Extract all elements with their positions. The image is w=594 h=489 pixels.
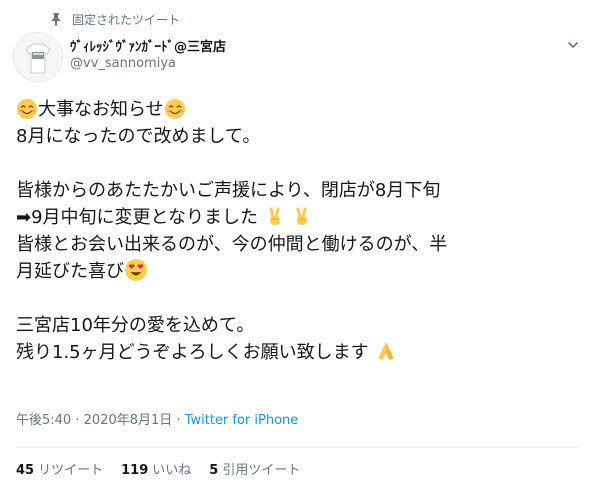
retweets-stat[interactable]: 45 リツイート	[16, 459, 103, 478]
avatar[interactable]	[13, 32, 63, 82]
tweet-meta: 午後5:40 · 2020年8月1日 · Twitter for iPhone	[16, 409, 298, 428]
tweet-line: 残り1.5ヶ月どうぞよろしくお願い致します	[16, 339, 584, 366]
tweet-line-1: 大事なお知らせ	[38, 99, 164, 120]
tweet-line: ➡9月中旬に変更となりました	[16, 204, 584, 231]
pinned-label: 固定されたツイート	[72, 12, 181, 27]
chevron-down-icon[interactable]	[566, 38, 580, 52]
quotes-label: 引用ツイート	[222, 463, 301, 478]
tweet-line-8: 残り1.5ヶ月どうぞよろしくお願い致します	[16, 342, 369, 363]
tweet-line-5: 皆様とお会い出来るのが、今の仲間と働けるのが、半	[16, 234, 448, 255]
quotes-count: 5	[209, 463, 219, 478]
likes-stat[interactable]: 119 いいね	[121, 459, 191, 478]
tweet-stats: 45 リツイート 119 いいね 5 引用ツイート	[16, 459, 300, 478]
quotes-stat[interactable]: 5 引用ツイート	[209, 459, 300, 478]
heart-eyes-icon	[125, 259, 147, 281]
victory-hand-icon	[269, 207, 280, 225]
tweet-line: 月延びた喜び	[16, 258, 584, 285]
likes-count: 119	[121, 463, 149, 478]
tweet-date[interactable]: 2020年8月1日	[84, 413, 173, 428]
retweets-label: リツイート	[38, 463, 104, 478]
pin-icon	[52, 13, 60, 26]
tweet-line: 大事なお知らせ	[16, 96, 584, 123]
tweet-text: 大事なお知らせ 8月になったので改めまして。 皆様からのあたたかいご声援により、…	[16, 96, 584, 366]
tweet-time[interactable]: 午後5:40	[16, 413, 71, 428]
folded-hands-icon	[378, 342, 394, 360]
pinned-indicator: 固定されたツイート	[50, 10, 180, 28]
retweets-count: 45	[16, 463, 35, 478]
smiling-face-icon	[17, 99, 37, 119]
tweet-line-6: 月延びた喜び	[16, 261, 124, 282]
display-name[interactable]: ｳﾞｨﾚｯｼﾞｳﾞｧﾝｶﾞｰﾄﾞ@三宮店	[70, 36, 226, 55]
meta-separator: ·	[176, 413, 181, 428]
avatar-image	[14, 33, 62, 81]
tweet-line-7: 三宮店10年分の愛を込めて。	[16, 315, 255, 336]
user-handle[interactable]: @vv_sannomiya	[70, 56, 176, 71]
victory-hand-icon	[296, 207, 308, 225]
tweet-line-3: 皆様からのあたたかいご声援により、閉店が8月下旬	[16, 180, 441, 201]
tweet-line-2: 8月になったので改めまして。	[16, 126, 261, 147]
meta-separator: ·	[75, 413, 80, 428]
likes-label: いいね	[152, 463, 192, 478]
divider	[16, 447, 578, 448]
smiling-face-icon	[164, 99, 185, 119]
tweet-line-4: ➡9月中旬に変更となりました	[16, 207, 258, 228]
tweet-source-link[interactable]: Twitter for iPhone	[185, 413, 299, 428]
